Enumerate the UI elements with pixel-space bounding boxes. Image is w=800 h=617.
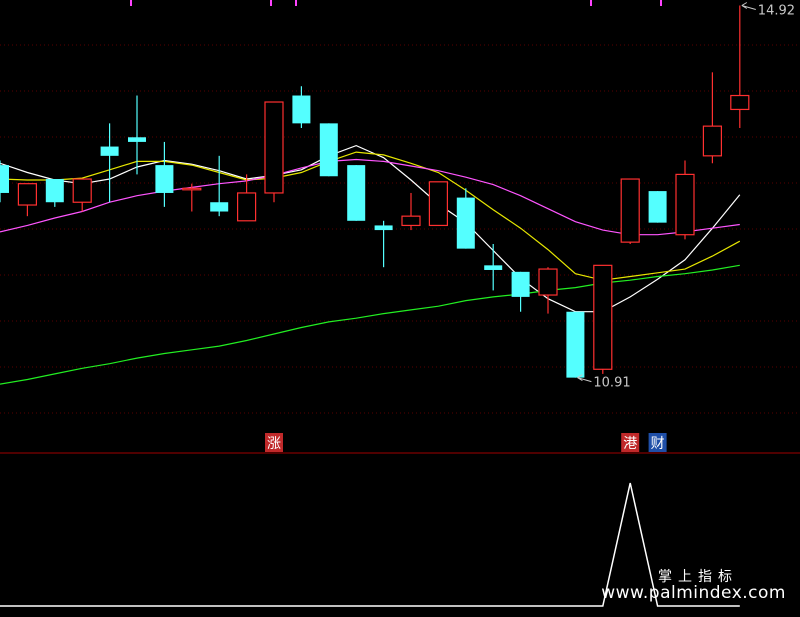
ma-line [0,264,740,385]
signal-tag: 财 [651,436,665,452]
extreme-label: 10.91 [593,376,630,391]
candle-body [237,192,257,222]
extreme-label: 14.92 [758,4,795,19]
candle-body [17,183,37,206]
candle-body [511,271,530,297]
top-tick [590,0,592,6]
candle-body [292,95,311,124]
candle-body [428,181,448,227]
candle-body [45,179,64,203]
top-tick [660,0,662,6]
candle-body [620,178,640,243]
signal-tag: 港 [623,436,637,452]
candle-body [593,264,613,370]
signal-tags: 涨 港财 [265,433,667,452]
candle-body [210,202,229,212]
extreme-arrow [741,2,756,10]
stock-chart: 14.92 10.91 涨 港财 [0,0,800,607]
signal-tag: 涨 [267,436,281,452]
candle-body [347,165,366,221]
candle-body [648,191,667,223]
watermark-url: www.palmindex.com [601,583,786,603]
candle-body [538,268,558,296]
candle-body [675,173,695,236]
candle-body [264,101,284,194]
candle-body [456,197,475,249]
candle-body [401,215,421,227]
candle-body [730,94,750,111]
candle-body [319,123,338,177]
top-tick [270,0,272,6]
candle-body [374,225,393,231]
candle-body [702,125,723,157]
top-tick [295,0,297,6]
top-tick [130,0,132,6]
candle-body [72,178,92,203]
candle-body [155,165,174,193]
candle-body [566,311,585,378]
candle-body [484,265,503,270]
candle-body [0,165,9,193]
candle-body [100,146,119,156]
candle-body [128,137,146,142]
grid-lines [0,44,800,454]
top-tick-marks [130,0,662,6]
candle-body [182,187,202,191]
candlesticks [0,5,750,378]
